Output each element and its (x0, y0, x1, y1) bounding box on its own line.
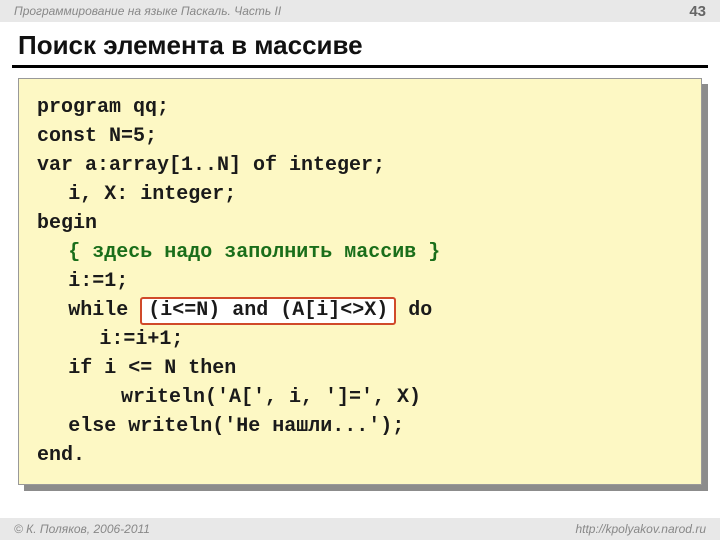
page-title: Поиск элемента в массиве (0, 22, 720, 65)
code-line: if i <= N then (37, 354, 236, 383)
code-line: var a:array[1..N] of integer; (37, 154, 385, 177)
code-comment: { здесь надо заполнить массив } (37, 238, 440, 267)
slide-header: Программирование на языке Паскаль. Часть… (0, 0, 720, 22)
code-line: end. (37, 444, 85, 467)
copyright: © К. Поляков, 2006-2011 (14, 522, 150, 536)
title-underline (12, 65, 708, 68)
series-title: Программирование на языке Паскаль. Часть… (14, 4, 281, 18)
code-line: writeln('A[', i, ']=', X) (37, 383, 421, 412)
code-block-wrap: program qq; const N=5; var a:array[1..N]… (18, 78, 702, 485)
code-line: i, X: integer; (37, 180, 236, 209)
code-block: program qq; const N=5; var a:array[1..N]… (18, 78, 702, 485)
code-line: begin (37, 212, 97, 235)
page-number: 43 (689, 3, 706, 20)
source-url: http://kpolyakov.narod.ru (575, 522, 706, 536)
code-line: i:=1; (37, 267, 128, 296)
highlighted-condition: (i<=N) and (A[i]<>X) (140, 297, 396, 325)
code-line: else writeln('Не нашли...'); (37, 412, 404, 441)
code-line: i:=i+1; (37, 325, 183, 354)
while-kw: while (68, 299, 140, 322)
slide-footer: © К. Поляков, 2006-2011 http://kpolyakov… (0, 518, 720, 540)
code-line: while (i<=N) and (A[i]<>X) do (37, 296, 432, 325)
do-kw: do (396, 299, 432, 322)
code-line: const N=5; (37, 125, 157, 148)
code-line: program qq; (37, 96, 169, 119)
